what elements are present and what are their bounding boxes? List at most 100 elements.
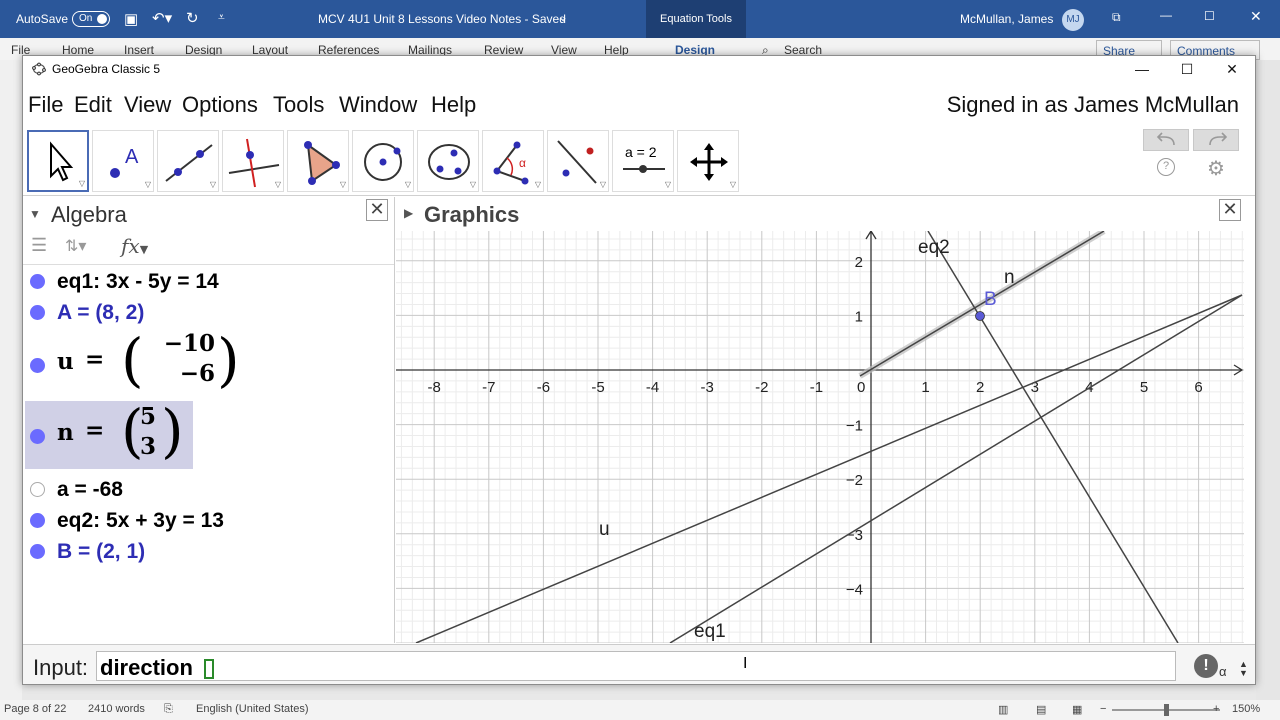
line-u[interactable] [415,294,1243,643]
close-icon[interactable]: ✕ [1250,8,1262,25]
zoom-slider-thumb[interactable] [1164,704,1169,716]
menu-help[interactable]: Help [431,92,476,118]
redo-button[interactable] [1193,129,1239,151]
algebra-title: Algebra [51,202,127,227]
undo-button[interactable] [1143,129,1189,151]
graphics-title: Graphics [424,202,520,227]
sort-icon[interactable]: ⇅▾ [65,236,86,256]
input-help-icon[interactable]: ! [1194,654,1218,678]
tool-slider[interactable]: a = 2 ▽ [612,130,674,192]
auxiliary-objects-icon[interactable]: ☰ [31,235,47,256]
label-eq1[interactable]: eq1 [694,621,726,642]
tool-menu-arrow-icon: ▽ [78,179,85,188]
menu-file[interactable]: File [28,92,63,118]
menu-window[interactable]: Window [339,92,417,118]
tool-angle[interactable]: α ▽ [482,130,544,192]
label-n[interactable]: n [1004,267,1015,288]
axes [396,231,1244,643]
minimize-icon[interactable]: — [1160,8,1172,22]
save-icon[interactable]: ▣ [124,10,138,28]
title-dropdown-icon[interactable]: ⌄ [558,10,568,24]
language[interactable]: English (United States) [196,703,309,715]
tool-polygon[interactable]: ▽ [287,130,349,192]
menu-tools[interactable]: Tools [273,92,324,118]
menu-options[interactable]: Options [182,92,258,118]
redo-icon [1209,132,1228,146]
algebra-row-A[interactable]: A = (8, 2) [25,298,393,328]
toolbar: ▽ A ▽ ▽ ▽ ▽ ▽ ▽ α ▽ ▽ a = 2 ▽ ▽ ? ⚙ [23,126,1255,196]
read-mode-icon[interactable]: ▥ [998,703,1008,716]
input-spinner-icon[interactable]: ▲ ▼ [1239,660,1248,678]
autosave-toggle[interactable]: On [72,11,110,27]
maximize-icon[interactable]: ☐ [1204,9,1215,23]
menu-view[interactable]: View [124,92,171,118]
line-eq2[interactable] [927,231,1179,643]
undo-icon [1156,132,1175,146]
graphics-canvas[interactable]: -8-7-6-5-4-3-2-1012345621−1−2−3−4 eq2 n … [396,231,1244,643]
minimize-icon[interactable]: — [1127,59,1157,79]
algebra-row-eq1[interactable]: eq1: 3x - 5y = 14 [25,267,393,297]
alpha-symbol-button[interactable]: α [1219,664,1227,679]
zoom-in-icon[interactable]: + [1213,703,1219,715]
page-count[interactable]: Page 8 of 22 [4,703,66,715]
word-scrollbar[interactable] [1256,60,1280,700]
tool-perpendicular-line[interactable]: ▽ [222,130,284,192]
help-icon[interactable]: ? [1157,158,1175,176]
tool-circle[interactable]: ▽ [352,130,414,192]
x-tick-label: -4 [646,379,659,396]
maximize-icon[interactable]: ☐ [1172,59,1202,79]
input-field[interactable]: direction α ▲ ▼ [96,651,1248,681]
expand-triangle-icon[interactable]: ▶ [404,206,413,220]
zoom-out-icon[interactable]: − [1100,703,1106,715]
word-count[interactable]: 2410 words [88,703,145,715]
fx-icon[interactable]: fx▼ [121,234,148,258]
tool-move[interactable]: ▽ [27,130,89,192]
vector-component: −6 [179,360,215,387]
visibility-dot[interactable] [30,513,45,528]
tool-move-graphics[interactable]: ▽ [677,130,739,192]
point-B[interactable] [975,311,985,321]
label-B[interactable]: B [984,289,997,310]
algebra-row-a[interactable]: a = -68 [25,475,393,505]
close-icon[interactable]: ✕ [1217,59,1247,79]
undo-icon[interactable]: ↶▾ [152,9,172,27]
y-tick-label: −1 [846,418,863,435]
visibility-dot[interactable] [30,429,45,444]
context-tab-equation-tools[interactable]: Equation Tools [646,0,746,38]
visibility-dot[interactable] [30,305,45,320]
algebra-row-n[interactable]: n = ( 5 3 ) [25,401,193,469]
x-tick-label: 2 [976,379,984,396]
visibility-dot[interactable] [30,482,45,497]
equals-sign: = [85,346,105,373]
visibility-dot[interactable] [30,544,45,559]
tool-line[interactable]: ▽ [157,130,219,192]
signed-in-status[interactable]: Signed in as James McMullan [947,92,1239,118]
zoom-level[interactable]: 150% [1232,703,1260,715]
collapse-triangle-icon[interactable]: ▼ [29,207,41,221]
label-eq2[interactable]: eq2 [918,237,950,258]
redo-icon[interactable]: ↻ [186,9,199,27]
avatar[interactable]: MJ [1062,9,1084,31]
tool-point[interactable]: A ▽ [92,130,154,192]
label-u[interactable]: u [599,519,610,540]
geogebra-logo-icon [32,62,46,76]
tool-reflect[interactable]: ▽ [547,130,609,192]
algebra-row-B[interactable]: B = (2, 1) [25,537,393,567]
line-eq1[interactable] [669,294,1243,643]
close-algebra-icon[interactable]: ✕ [366,199,388,221]
proofing-icon[interactable]: ⎘ [164,703,173,716]
x-tick-label: -2 [755,379,768,396]
algebra-style-bar: ☰ ⇅▾ fx▼ [23,231,394,265]
menu-edit[interactable]: Edit [74,92,112,118]
print-layout-icon[interactable]: ▤ [1036,703,1046,716]
web-layout-icon[interactable]: ▦ [1072,703,1082,716]
visibility-dot[interactable] [30,358,45,373]
tool-conic[interactable]: ▽ [417,130,479,192]
close-graphics-icon[interactable]: ✕ [1219,199,1241,221]
gear-icon[interactable]: ⚙ [1207,156,1225,181]
algebra-row-u[interactable]: u = ( −10 −6 ) [25,330,393,398]
customize-icon[interactable]: ⩡ [218,10,225,25]
visibility-dot[interactable] [30,274,45,289]
ribbon-display-icon[interactable]: ⧉ [1112,10,1121,25]
algebra-row-eq2[interactable]: eq2: 5x + 3y = 13 [25,506,393,536]
